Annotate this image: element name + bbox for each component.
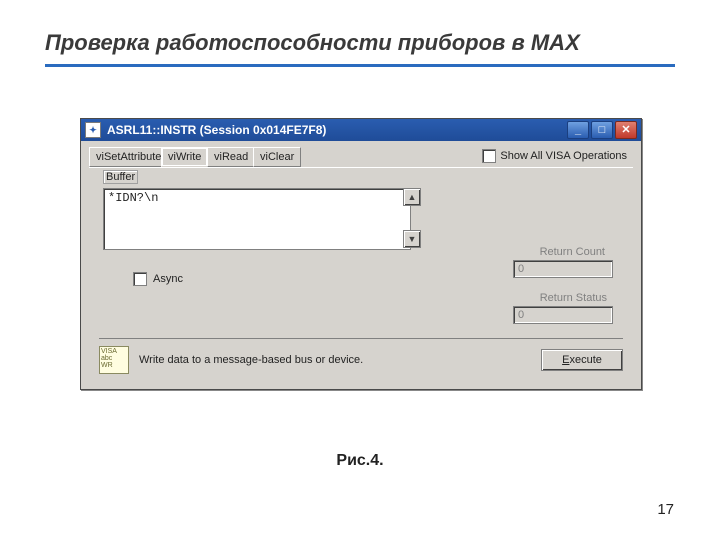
page-title: Проверка работоспособности приборов в MA… xyxy=(45,30,580,56)
tab-label: viClear xyxy=(260,151,294,163)
tab-viread[interactable]: viRead xyxy=(207,147,255,167)
hint-icon-line: WR xyxy=(101,362,127,369)
tab-visetattribute[interactable]: viSetAttribute xyxy=(89,147,168,167)
execute-button-rest: xecute xyxy=(569,354,601,366)
show-all-visa-label: Show All VISA Operations xyxy=(500,150,627,162)
hint-icon: VISA abc WR xyxy=(99,346,129,374)
async-label: Async xyxy=(153,273,183,285)
return-count-field: 0 xyxy=(513,260,613,278)
visa-session-window: ✦ ASRL11::INSTR (Session 0x014FE7F8) _ □… xyxy=(80,118,642,390)
scroll-down-button[interactable]: ▼ xyxy=(403,230,421,248)
tab-viclear[interactable]: viClear xyxy=(253,147,301,167)
page-number: 17 xyxy=(657,501,674,518)
tab-label: viRead xyxy=(214,151,248,163)
hint-icon-line: abc xyxy=(101,355,127,362)
minimize-button[interactable]: _ xyxy=(567,121,589,139)
hint-text: Write data to a message-based bus or dev… xyxy=(139,354,541,366)
async-checkbox[interactable]: Async xyxy=(133,272,183,286)
figure-label: Рис.4. xyxy=(0,452,720,470)
scroll-up-button[interactable]: ▲ xyxy=(403,188,421,206)
tab-label: viSetAttribute xyxy=(96,151,161,163)
close-button[interactable]: ✕ xyxy=(615,121,637,139)
execute-button[interactable]: Execute xyxy=(541,349,623,371)
return-status-label: Return Status xyxy=(540,292,607,304)
buffer-textarea[interactable]: *IDN?\n xyxy=(103,188,411,250)
return-status-field: 0 xyxy=(513,306,613,324)
hint-row: VISA abc WR Write data to a message-base… xyxy=(99,338,623,375)
tab-panel: Buffer *IDN?\n ▲ ▼ Async Return Count 0 … xyxy=(89,167,633,381)
window-title-text: ASRL11::INSTR (Session 0x014FE7F8) xyxy=(107,123,326,137)
checkbox-box[interactable] xyxy=(133,272,147,286)
window-titlebar: ✦ ASRL11::INSTR (Session 0x014FE7F8) _ □… xyxy=(81,119,641,141)
hint-icon-line: VISA xyxy=(101,348,127,355)
app-icon: ✦ xyxy=(85,122,101,138)
title-underline xyxy=(45,64,675,67)
return-count-label: Return Count xyxy=(540,246,605,258)
show-all-visa-checkbox[interactable]: Show All VISA Operations xyxy=(482,149,627,163)
buffer-group-label: Buffer xyxy=(103,170,138,184)
window-client-area: viSetAttribute viWrite viRead viClear Sh… xyxy=(81,141,641,389)
tab-viwrite[interactable]: viWrite xyxy=(161,147,208,167)
maximize-button[interactable]: □ xyxy=(591,121,613,139)
checkbox-box[interactable] xyxy=(482,149,496,163)
tab-label: viWrite xyxy=(168,151,201,163)
